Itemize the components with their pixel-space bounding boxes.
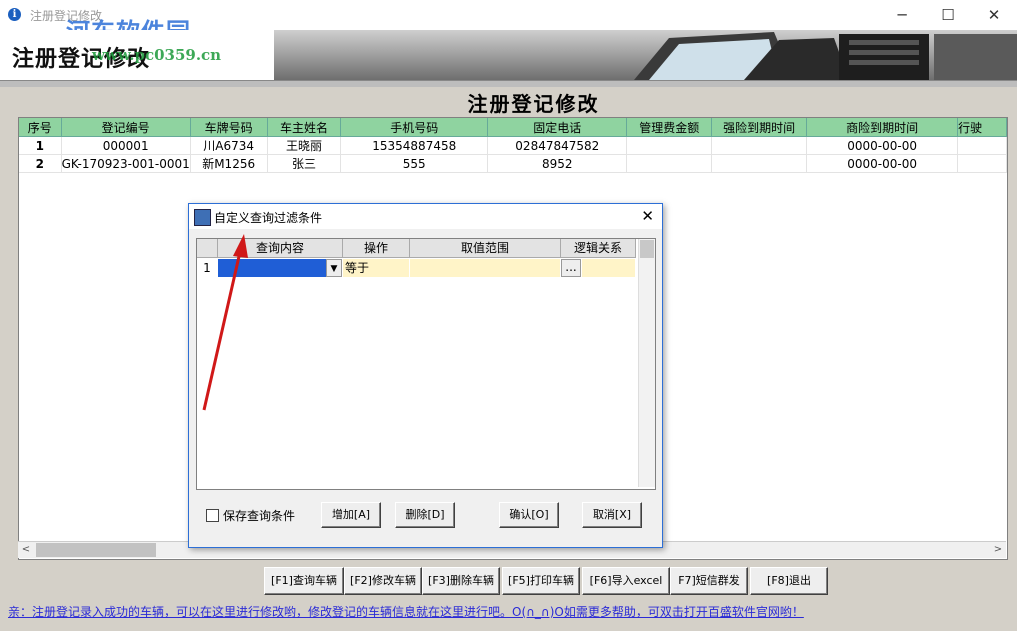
annotation-arrow: [202, 234, 248, 411]
